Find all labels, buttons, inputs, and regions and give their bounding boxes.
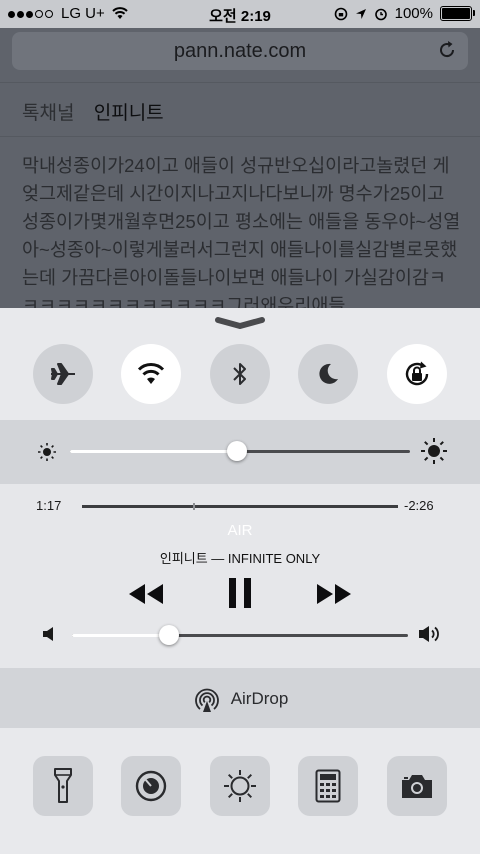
playback-scrubber[interactable] [82, 503, 398, 510]
flashlight-button[interactable] [33, 756, 93, 816]
timer-icon [135, 770, 167, 802]
channel-tabs: 톡채널 인피니트 [22, 98, 164, 125]
pause-icon[interactable] [226, 576, 254, 610]
airplay-device[interactable]: AIR [0, 522, 480, 539]
divider [0, 136, 480, 137]
volume-knob[interactable] [159, 625, 180, 645]
volume-fill [72, 634, 170, 637]
bluetooth-toggle[interactable] [210, 344, 270, 404]
now-playing-panel: 1:17 -2:26 AIR 인피니트 — INFINITE ONLY [0, 484, 480, 668]
rotation-lock-status-icon [334, 7, 347, 20]
brightness-high-icon [421, 438, 447, 464]
reload-icon[interactable] [436, 39, 458, 61]
elapsed-time: 1:17 [36, 498, 62, 513]
moon-icon [319, 363, 338, 384]
battery-icon [440, 6, 475, 21]
rotation-lock-toggle[interactable] [387, 344, 447, 404]
bluetooth-icon [233, 363, 246, 385]
flashlight-icon [54, 768, 72, 803]
night-shift-icon [224, 770, 256, 802]
wifi-icon [137, 363, 165, 384]
alarm-icon [374, 8, 387, 20]
calculator-button[interactable] [298, 756, 358, 816]
camera-icon [402, 775, 432, 798]
rewind-icon[interactable] [127, 582, 165, 606]
dismiss-chevron-icon[interactable] [214, 316, 266, 330]
airplane-icon [51, 363, 75, 385]
do-not-disturb-toggle[interactable] [298, 344, 358, 404]
brightness-band [0, 420, 480, 484]
browser-page: LG U+ 오전 2:19 100% pann.nate.com 톡채널 인피니… [0, 0, 480, 310]
calculator-icon [315, 769, 341, 803]
toggle-row [0, 344, 480, 414]
night-shift-button[interactable] [210, 756, 270, 816]
rotation-lock-icon [405, 361, 429, 386]
fast-forward-icon[interactable] [315, 582, 353, 606]
playback-controls [0, 576, 480, 616]
tab-talk-channel[interactable]: 톡채널 [22, 103, 74, 124]
airdrop-label: AirDrop [230, 689, 289, 708]
location-icon [355, 8, 366, 19]
airdrop-button[interactable]: AirDrop [0, 668, 480, 728]
timer-button[interactable] [121, 756, 181, 816]
remaining-time: -2:26 [404, 498, 434, 513]
brightness-fill [70, 450, 237, 453]
address-bar[interactable]: pann.nate.com [12, 32, 468, 70]
article-body: 막내성종이가24이고 애들이 성규반오십이라고놀렸던 게 엊그제같은데 시간이지… [22, 155, 461, 310]
battery-percent: 100% [394, 5, 433, 22]
status-bar: LG U+ 오전 2:19 100% [0, 0, 480, 28]
divider [0, 82, 480, 83]
control-center: 1:17 -2:26 AIR 인피니트 — INFINITE ONLY AirD… [0, 308, 480, 854]
brightness-knob[interactable] [226, 441, 247, 461]
volume-high-icon [419, 626, 439, 642]
tab-infinite[interactable]: 인피니트 [94, 103, 164, 124]
shortcut-row [0, 728, 480, 854]
camera-button[interactable] [387, 756, 447, 816]
brightness-low-icon [38, 443, 56, 461]
airplane-mode-toggle[interactable] [33, 344, 93, 404]
now-playing-title: 인피니트 — INFINITE ONLY [159, 551, 321, 566]
volume-low-icon [43, 627, 53, 641]
wifi-toggle[interactable] [121, 344, 181, 404]
airdrop-icon [194, 688, 219, 712]
scrubber-position[interactable] [192, 503, 195, 510]
url-text: pann.nate.com [173, 40, 307, 62]
